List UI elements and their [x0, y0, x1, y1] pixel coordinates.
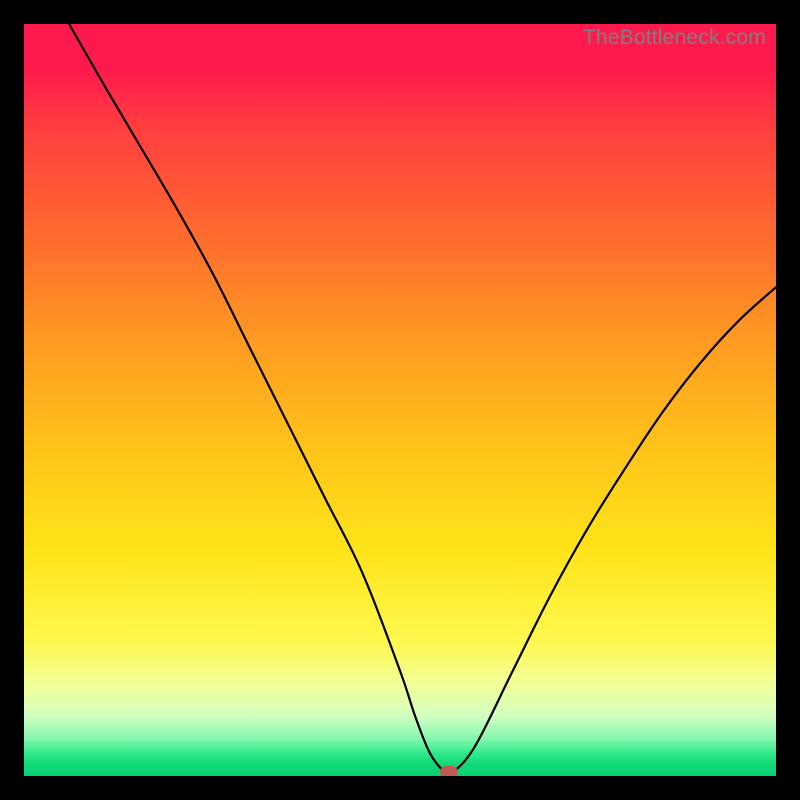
bottleneck-curve: [24, 24, 776, 776]
optimal-point-marker: [440, 766, 458, 776]
plot-area: TheBottleneck.com: [24, 24, 776, 776]
chart-container: TheBottleneck.com: [0, 0, 800, 800]
